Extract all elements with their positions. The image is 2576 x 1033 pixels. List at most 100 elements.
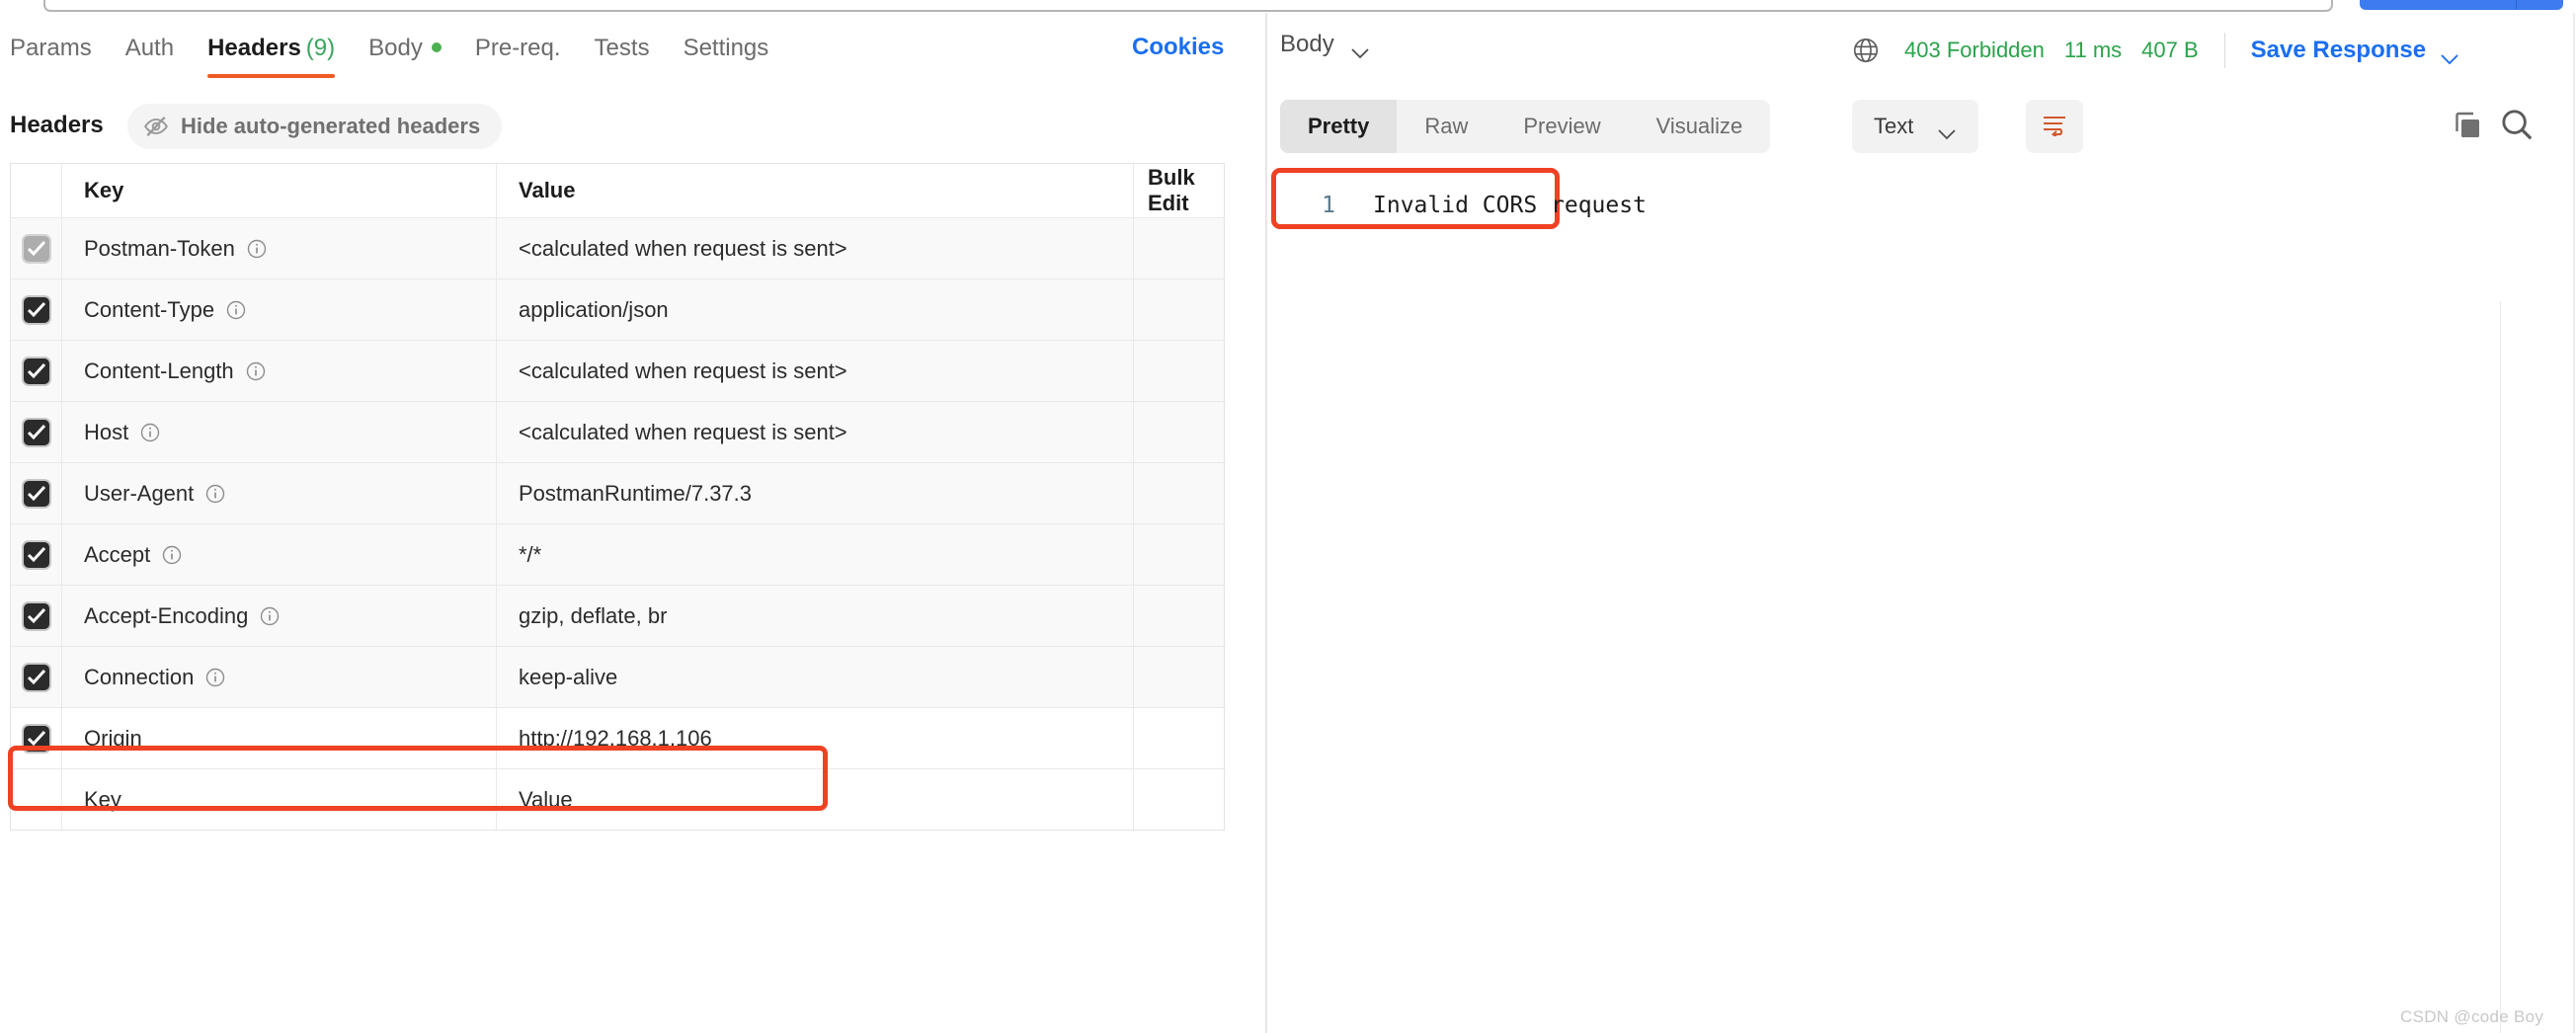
tab-params-label: Params: [10, 35, 92, 61]
new-value-input[interactable]: Value: [497, 769, 1134, 830]
response-status: 403 Forbidden: [1904, 38, 2045, 62]
row-value-text: <calculated when request is sent>: [519, 235, 847, 261]
row-key-text: Origin: [84, 725, 142, 751]
response-format-selector[interactable]: Text: [1852, 100, 1979, 153]
row-key-text: Content-Length: [84, 358, 234, 383]
table-row[interactable]: Postman-Token <calculated when request i…: [11, 217, 1224, 278]
table-row[interactable]: Content-Length <calculated when request …: [11, 340, 1224, 401]
table-row-new[interactable]: Key Value: [11, 768, 1224, 830]
info-icon[interactable]: [246, 238, 268, 260]
row-value-cell[interactable]: <calculated when request is sent>: [497, 341, 1134, 401]
row-checkbox-cell[interactable]: [11, 279, 62, 340]
row-key-cell[interactable]: Accept-Encoding: [62, 586, 497, 646]
row-key-cell[interactable]: Accept: [62, 524, 497, 585]
table-row-origin[interactable]: Origin http://192.168.1.106: [11, 707, 1224, 768]
response-body-selector[interactable]: Body: [1280, 31, 1370, 59]
tab-visualize-label: Visualize: [1655, 114, 1743, 138]
row-checkbox-cell[interactable]: [11, 402, 62, 462]
eye-slash-icon: [143, 114, 169, 139]
url-input[interactable]: [43, 0, 2333, 12]
row-value-text: */*: [519, 541, 542, 567]
row-key-cell[interactable]: Host: [62, 402, 497, 462]
row-key-cell[interactable]: Connection: [62, 647, 497, 707]
row-checkbox[interactable]: [23, 296, 49, 323]
row-checkbox[interactable]: [23, 358, 49, 384]
row-checkbox[interactable]: [23, 725, 49, 752]
row-value-text: http://192.168.1.106: [519, 725, 712, 751]
row-checkbox[interactable]: [23, 664, 49, 690]
tab-auth[interactable]: Auth: [125, 13, 174, 62]
tab-pretty-label: Pretty: [1308, 114, 1370, 138]
info-icon[interactable]: [245, 360, 267, 382]
row-key-cell[interactable]: Content-Type: [62, 279, 497, 340]
row-value-cell[interactable]: keep-alive: [497, 647, 1134, 707]
info-icon[interactable]: [204, 667, 226, 688]
tab-prerequest[interactable]: Pre-req.: [475, 13, 561, 62]
row-bulk-cell: [1134, 708, 1225, 768]
info-icon[interactable]: [259, 605, 281, 627]
row-checkbox-cell: [11, 769, 62, 830]
table-row[interactable]: Connection keep-alive: [11, 646, 1224, 707]
table-row[interactable]: Host <calculated when request is sent>: [11, 401, 1224, 462]
copy-button[interactable]: [2450, 108, 2485, 143]
row-key-cell[interactable]: Content-Length: [62, 341, 497, 401]
bulk-edit-button[interactable]: Bulk Edit: [1134, 164, 1225, 217]
row-value-cell[interactable]: application/json: [497, 279, 1134, 340]
table-row[interactable]: Content-Type application/json: [11, 278, 1224, 340]
tab-headers[interactable]: Headers (9): [207, 13, 336, 78]
row-checkbox[interactable]: [23, 541, 49, 568]
row-key-cell[interactable]: Postman-Token: [62, 218, 497, 278]
row-value-text: keep-alive: [519, 664, 618, 689]
info-icon[interactable]: [161, 544, 183, 566]
tab-raw[interactable]: Raw: [1397, 100, 1495, 153]
cookies-link[interactable]: Cookies: [1132, 34, 1224, 61]
row-key-cell[interactable]: User-Agent: [62, 463, 497, 523]
table-row[interactable]: Accept */*: [11, 523, 1224, 585]
row-checkbox-cell[interactable]: [11, 708, 62, 768]
search-button[interactable]: [2498, 106, 2536, 143]
wrap-lines-button[interactable]: [2026, 100, 2083, 153]
row-value-cell[interactable]: <calculated when request is sent>: [497, 218, 1134, 278]
response-scrollbar[interactable]: [2500, 301, 2501, 1033]
row-value-text: <calculated when request is sent>: [519, 358, 847, 383]
row-checkbox[interactable]: [23, 480, 49, 507]
row-key-cell[interactable]: Origin: [62, 708, 497, 768]
tab-preview-label: Preview: [1523, 114, 1601, 138]
table-row[interactable]: Accept-Encoding gzip, deflate, br: [11, 585, 1224, 646]
tab-body[interactable]: Body: [368, 13, 442, 62]
row-checkbox-cell[interactable]: [11, 463, 62, 523]
tab-pretty[interactable]: Pretty: [1280, 100, 1398, 153]
row-checkbox[interactable]: [23, 602, 49, 629]
request-pane: Params Auth Headers (9) Body Pre-req. Tes…: [0, 13, 1264, 1033]
info-icon[interactable]: [225, 299, 247, 321]
row-value-cell[interactable]: <calculated when request is sent>: [497, 402, 1134, 462]
row-value-cell[interactable]: gzip, deflate, br: [497, 586, 1134, 646]
row-checkbox-cell[interactable]: [11, 218, 62, 278]
save-response-button[interactable]: Save Response: [2251, 37, 2459, 65]
response-header: Body 403 Forbidden 11 ms 407 B Save Resp…: [1267, 13, 2576, 88]
response-body-viewer[interactable]: 1 Invalid CORS request: [1267, 163, 2576, 1033]
row-checkbox-cell[interactable]: [11, 647, 62, 707]
response-view-tabs: Pretty Raw Preview Visualize: [1280, 100, 1771, 153]
row-bulk-cell: [1134, 402, 1225, 462]
tab-visualize[interactable]: Visualize: [1629, 100, 1771, 153]
tab-params[interactable]: Params: [10, 13, 92, 62]
line-number: 1: [1322, 193, 1335, 218]
row-value-cell[interactable]: http://192.168.1.106: [497, 708, 1134, 768]
new-key-input[interactable]: Key: [62, 769, 497, 830]
row-checkbox[interactable]: [23, 235, 49, 262]
info-icon[interactable]: [139, 422, 161, 443]
tab-preview[interactable]: Preview: [1495, 100, 1628, 153]
send-button[interactable]: [2360, 0, 2563, 10]
hide-auto-generated-headers-button[interactable]: Hide auto-generated headers: [127, 104, 503, 149]
row-value-cell[interactable]: PostmanRuntime/7.37.3: [497, 463, 1134, 523]
row-value-cell[interactable]: */*: [497, 524, 1134, 585]
tab-tests[interactable]: Tests: [595, 13, 650, 62]
row-checkbox-cell[interactable]: [11, 524, 62, 585]
tab-settings[interactable]: Settings: [684, 13, 769, 62]
row-checkbox[interactable]: [23, 419, 49, 445]
row-checkbox-cell[interactable]: [11, 341, 62, 401]
row-checkbox-cell[interactable]: [11, 586, 62, 646]
table-row[interactable]: User-Agent PostmanRuntime/7.37.3: [11, 462, 1224, 523]
info-icon[interactable]: [204, 483, 226, 505]
